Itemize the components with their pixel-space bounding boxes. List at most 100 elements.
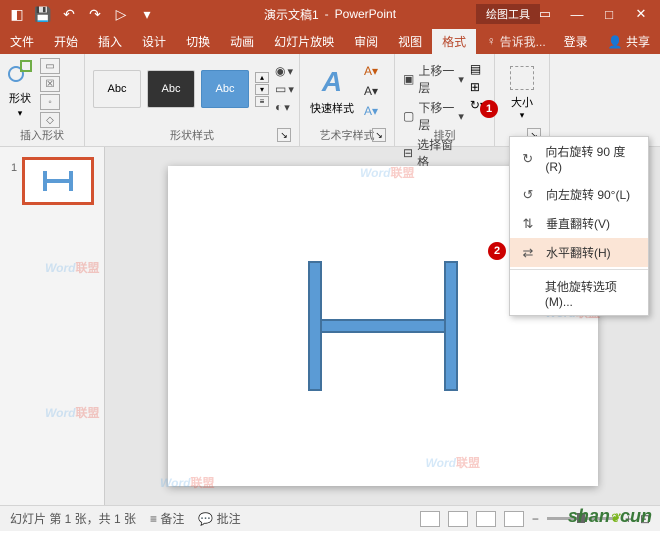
tab-slideshow[interactable]: 幻灯片放映 (264, 29, 344, 54)
group-size: 大小 ▾ ↘ (495, 54, 550, 146)
slide-thumb[interactable]: 1 (22, 157, 94, 205)
title-bar: ◧ 💾 ↶ ↷ ▷ ▾ 演示文稿1 - PowerPoint 绘图工具 ▭ — … (0, 0, 660, 28)
flip-v-icon: ⇅ (520, 216, 536, 232)
bulb-icon: ♀ (487, 34, 496, 48)
bring-forward-button[interactable]: ▣上移一层 ▾ (403, 62, 464, 96)
size-icon (510, 66, 534, 90)
chevron-down-icon: ▾ (18, 108, 23, 119)
group-label: 排列 (395, 127, 494, 143)
thumb-number: 1 (11, 162, 17, 174)
comments-button[interactable]: 💬 批注 (198, 510, 240, 527)
slideshow-view-button[interactable] (504, 511, 524, 527)
text-outline-icon[interactable]: A▾ (364, 84, 378, 98)
outline-icon: ▭ (275, 82, 286, 96)
fill-icon: ◉ (275, 64, 285, 78)
tab-format[interactable]: 格式 (432, 29, 476, 54)
doc-name: 演示文稿1 (264, 6, 319, 23)
flip-horizontal[interactable]: 2 ⇄水平翻转(H) (510, 238, 648, 267)
separator (510, 269, 648, 270)
shapes-button[interactable]: 形状 ▾ (4, 58, 36, 121)
callout-badge-1: 1 (480, 100, 498, 118)
tab-insert[interactable]: 插入 (88, 29, 132, 54)
shape-outline-button[interactable]: ▭▾ (275, 82, 294, 96)
normal-view-button[interactable] (420, 511, 440, 527)
dialog-launcher-icon[interactable]: ↘ (372, 128, 386, 142)
slide-thumbnails: 1 (0, 147, 105, 505)
quick-access-toolbar: ◧ 💾 ↶ ↷ ▷ ▾ (0, 5, 164, 23)
wordart-icon: A (322, 66, 342, 98)
start-slideshow-icon[interactable]: ▷ (112, 5, 130, 23)
status-bar: 幻灯片 第 1 张，共 1 张 ≡ 备注 💬 批注 − + ⊡ (0, 505, 660, 531)
flip-h-icon: ⇄ (520, 245, 536, 261)
callout-badge-2: 2 (488, 242, 506, 260)
back-icon: ▢ (403, 109, 414, 123)
size-button[interactable]: 大小 (511, 94, 533, 110)
tab-review[interactable]: 审阅 (344, 29, 388, 54)
login-button[interactable]: 登录 (554, 29, 598, 54)
save-icon[interactable]: 💾 (34, 5, 52, 23)
ribbon-tabs: 文件 开始 插入 设计 切换 动画 幻灯片放映 审阅 视图 格式 ♀告诉我...… (0, 28, 660, 54)
quick-styles-button[interactable]: A 快速样式 (308, 64, 356, 118)
rotate-right-90[interactable]: ↻向右旋转 90 度(R) (510, 137, 648, 180)
group-arrange: ▣上移一层 ▾ ▢下移一层 ▾ ⊟选择窗格 ▤ ⊞ ↻▾ 1 排列 (395, 54, 495, 146)
maximize-button[interactable]: □ (594, 2, 624, 26)
group-insert-shapes: 形状 ▾ ▭ ☒ ◦ ◇ 插入形状 (0, 54, 85, 146)
tell-me-search[interactable]: ♀告诉我... (479, 29, 554, 54)
zoom-out-button[interactable]: − (532, 512, 539, 526)
style-preset[interactable]: Abc (201, 70, 249, 108)
sorter-view-button[interactable] (448, 511, 468, 527)
shape-h[interactable] (308, 261, 458, 391)
text-fill-icon[interactable]: A▾ (364, 64, 378, 78)
shape-effects-button[interactable]: ◐▾ (275, 100, 294, 114)
tab-home[interactable]: 开始 (44, 29, 88, 54)
shape-preset[interactable]: ◦ (40, 94, 60, 110)
close-button[interactable]: ✕ (626, 2, 656, 26)
group-label: 形状样式 (85, 127, 299, 143)
ribbon: 形状 ▾ ▭ ☒ ◦ ◇ 插入形状 Abc Abc Abc ▴▾≡ ◉▾ (0, 54, 660, 147)
align-button[interactable]: ▤ (470, 62, 486, 76)
tab-design[interactable]: 设计 (132, 29, 176, 54)
style-preset[interactable]: Abc (93, 70, 141, 108)
chevron-down-icon: ▾ (520, 110, 525, 121)
slide-counter: 幻灯片 第 1 张，共 1 张 (10, 510, 136, 527)
rotate-left-90[interactable]: ↺向左旋转 90°(L) (510, 180, 648, 209)
shape-fill-button[interactable]: ◉▾ (275, 64, 294, 78)
reading-view-button[interactable] (476, 511, 496, 527)
tab-view[interactable]: 视图 (388, 29, 432, 54)
app-name: PowerPoint (335, 7, 396, 21)
style-preset[interactable]: Abc (147, 70, 195, 108)
tab-transitions[interactable]: 切换 (176, 29, 220, 54)
style-gallery[interactable]: Abc Abc Abc ▴▾≡ (93, 64, 269, 114)
redo-icon[interactable]: ↷ (86, 5, 104, 23)
flip-vertical[interactable]: ⇅垂直翻转(V) (510, 209, 648, 238)
window-controls: ▭ — □ ✕ (526, 2, 660, 26)
window-title: 演示文稿1 - PowerPoint (264, 6, 396, 23)
more-rotation-options[interactable]: 其他旋转选项(M)... (510, 272, 648, 315)
shape-preset[interactable]: ◇ (40, 112, 60, 128)
thumb-preview (43, 171, 73, 191)
rotate-right-icon: ↻ (520, 151, 535, 167)
gallery-expand[interactable]: ▴▾≡ (255, 72, 269, 107)
app-icon: ◧ (8, 5, 26, 23)
group-label: 插入形状 (0, 127, 84, 143)
dialog-launcher-icon[interactable]: ↘ (277, 128, 291, 142)
rotate-dropdown: ↻向右旋转 90 度(R) ↺向左旋转 90°(L) ⇅垂直翻转(V) 2 ⇄水… (509, 136, 649, 316)
ribbon-options-icon[interactable]: ▭ (530, 2, 560, 26)
effects-icon: ◐ (275, 100, 282, 114)
shape-preset[interactable]: ▭ (40, 58, 60, 74)
text-effects-icon[interactable]: A▾ (364, 104, 378, 118)
group-button[interactable]: ⊞ (470, 80, 486, 94)
group-wordart-styles: A 快速样式 A▾ A▾ A▾ 艺术字样式 ↘ (300, 54, 395, 146)
share-button[interactable]: 👤 共享 (598, 29, 660, 54)
shape-preset[interactable]: ☒ (40, 76, 60, 92)
undo-icon[interactable]: ↶ (60, 5, 78, 23)
share-icon: 👤 (608, 35, 623, 49)
qat-more-icon[interactable]: ▾ (138, 5, 156, 23)
watermark-shancun: shan❦cun (568, 506, 652, 527)
minimize-button[interactable]: — (562, 2, 592, 26)
tab-file[interactable]: 文件 (0, 29, 44, 54)
notes-button[interactable]: ≡ 备注 (150, 510, 184, 527)
tab-animations[interactable]: 动画 (220, 29, 264, 54)
rotate-left-icon: ↺ (520, 187, 536, 203)
group-shape-styles: Abc Abc Abc ▴▾≡ ◉▾ ▭▾ ◐▾ 形状样式 ↘ (85, 54, 300, 146)
